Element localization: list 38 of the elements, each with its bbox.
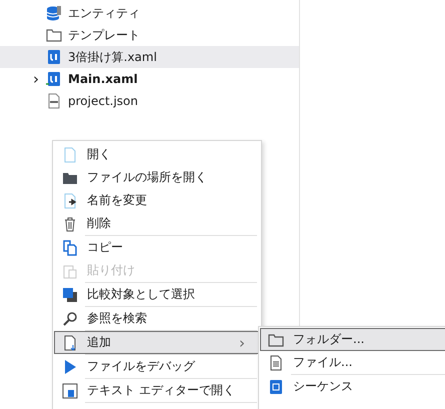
sequence-icon [268,378,284,394]
menu-item[interactable]: 開く [54,143,260,166]
menu-item[interactable]: 名前を変更 [54,189,260,212]
menu-item[interactable]: 削除 [54,212,260,235]
trash-icon [62,216,78,232]
play-icon [62,358,78,374]
search-icon [62,310,78,326]
expander-icon[interactable]: › [33,70,39,88]
tree-item[interactable]: 3倍掛け算.xaml [0,46,299,68]
submenu-arrow-icon: › [239,334,259,352]
tree-item[interactable]: project.json [0,90,299,112]
add-file-icon [62,334,78,350]
menu-item[interactable]: ファイルの場所を開く [54,166,260,189]
menu-item[interactable]: 参照を検索 [54,307,260,330]
tree-item[interactable]: エンティティ [0,2,299,24]
menu-item[interactable]: フォルダー... [260,328,445,351]
menu-item[interactable]: テキスト エディターで開く [54,379,260,402]
json-file-icon [46,93,62,109]
menu-item[interactable]: コピー [54,236,260,259]
database-icon [46,5,62,21]
menu-item[interactable]: ファイルをデバッグ [54,355,260,378]
menu-item[interactable]: ファイル... [260,351,445,374]
document-icon [62,146,78,162]
menu-item[interactable]: シーケンス [260,375,445,398]
copy-icon [62,240,78,256]
tree-item[interactable]: › Main.xaml [0,68,299,90]
menu-item[interactable]: 追加 › [54,331,260,354]
file-icon [46,49,62,65]
clipboard-icon [62,262,78,278]
editor-icon [62,382,78,398]
tree-item[interactable]: テンプレート [0,24,299,46]
document-icon [268,354,284,370]
folder-icon [46,27,62,43]
document-arrow-icon [62,192,78,208]
folder-icon [268,332,284,348]
menu-item[interactable]: 比較対象として選択 [54,283,260,306]
compare-icon [62,286,78,302]
file-icon [46,71,62,87]
